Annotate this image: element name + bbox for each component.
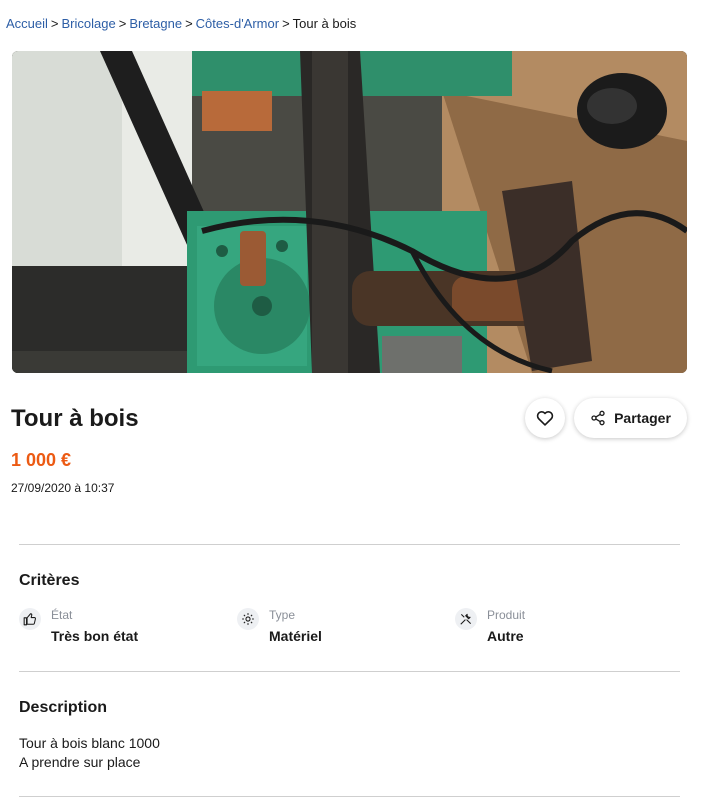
wood-lathe-photo	[12, 51, 687, 373]
criteria-item-produit: Produit Autre	[455, 607, 525, 645]
criteria-value: Très bon état	[51, 628, 139, 644]
heart-icon	[536, 410, 554, 426]
divider	[19, 544, 680, 545]
breadcrumb-separator: >	[50, 16, 59, 31]
share-button-label: Partager	[614, 410, 671, 426]
breadcrumb-link-bretagne[interactable]: Bretagne	[129, 16, 182, 31]
description-line: A prendre sur place	[19, 754, 141, 770]
criteria-item-type: Type Matériel	[237, 607, 322, 645]
criteria-value: Autre	[487, 628, 524, 644]
listing-photo[interactable]	[12, 51, 687, 373]
criteria-heading: Critères	[19, 572, 80, 589]
breadcrumb-separator: >	[185, 16, 193, 31]
share-icon	[591, 410, 605, 426]
breadcrumb-link-accueil[interactable]: Accueil	[6, 16, 48, 31]
criteria-label: Produit	[487, 608, 526, 622]
description-line: Tour à bois blanc 1000	[19, 735, 160, 751]
description-heading: Description	[19, 699, 108, 716]
gear-icon	[237, 608, 259, 630]
breadcrumb-current: Tour à bois	[292, 16, 357, 31]
share-button[interactable]: Partager	[574, 398, 687, 438]
listing-price: 1 000 €	[11, 450, 72, 470]
divider	[19, 796, 680, 797]
criteria-label: Type	[269, 608, 296, 622]
divider	[19, 671, 680, 672]
breadcrumb: Accueil > Bricolage > Bretagne > Côtes-d'Armor…	[6, 16, 356, 31]
thumbs-up-icon	[19, 608, 41, 630]
breadcrumb-separator: >	[118, 16, 127, 31]
favorite-button[interactable]	[525, 398, 565, 438]
breadcrumb-link-cotes-darmor[interactable]: Côtes-d'Armor	[196, 16, 279, 31]
criteria-item-etat: État Très bon état	[19, 607, 138, 645]
tools-icon	[455, 608, 477, 630]
criteria-value: Matériel	[269, 628, 322, 644]
description-text: Tour à bois blanc 1000 A prendre sur pla…	[19, 734, 160, 772]
breadcrumb-link-bricolage[interactable]: Bricolage	[62, 16, 116, 31]
breadcrumb-separator: >	[282, 16, 290, 31]
listing-title: Tour à bois	[11, 405, 139, 432]
listing-date: 27/09/2020 à 10:37	[11, 481, 115, 495]
criteria-label: État	[51, 608, 73, 622]
